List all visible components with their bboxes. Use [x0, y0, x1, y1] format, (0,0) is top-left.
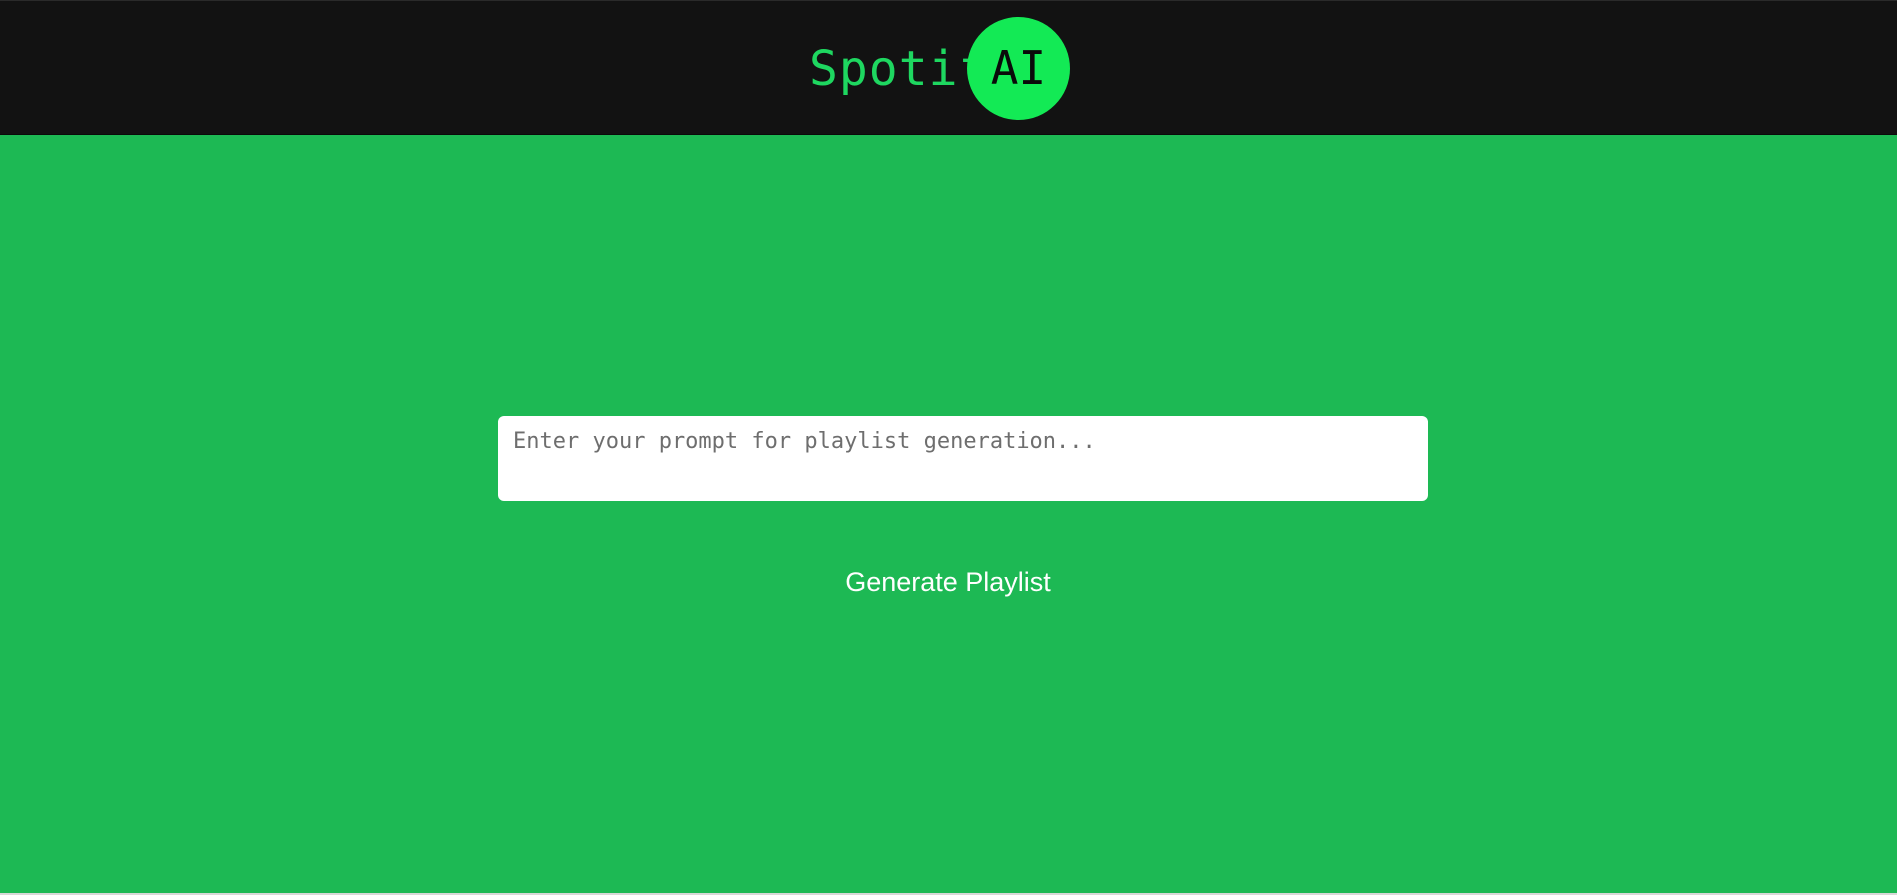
app-page: Spotif AI Generate Playlist — [0, 0, 1897, 895]
top-header: Spotif AI — [0, 0, 1897, 135]
logo-text: Spotif — [809, 41, 989, 97]
generate-playlist-button[interactable]: Generate Playlist — [795, 557, 1101, 607]
playlist-prompt-input[interactable] — [498, 416, 1428, 501]
spotifai-logo: Spotif AI — [0, 1, 1897, 136]
logo-ai-badge: AI — [967, 17, 1070, 120]
main-content: Generate Playlist — [0, 135, 1897, 893]
